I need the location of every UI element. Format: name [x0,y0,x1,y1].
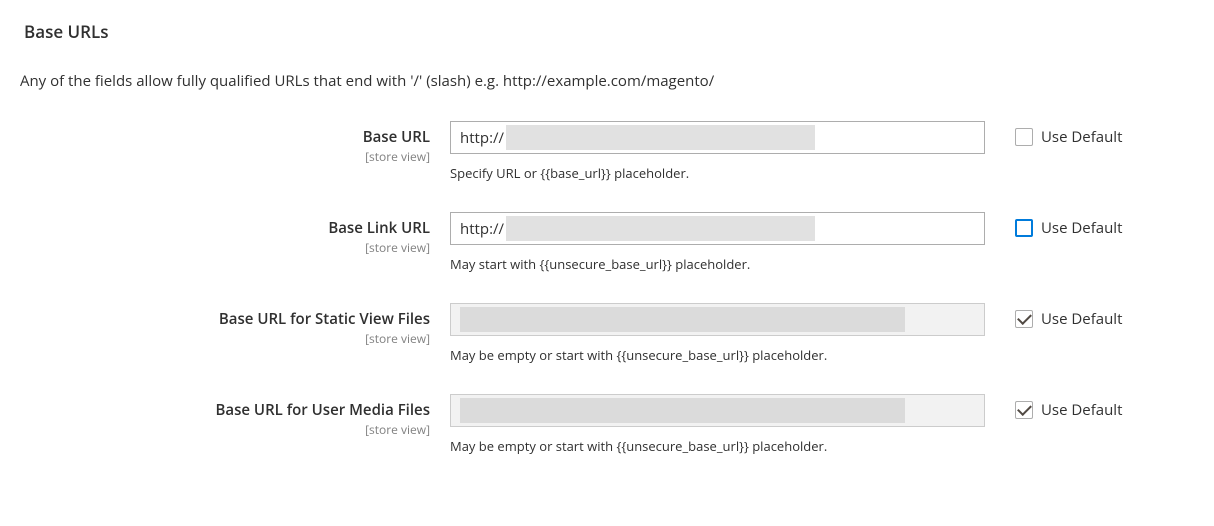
label-col: Base URL for Static View Files [store vi… [20,303,450,347]
label-col: Base Link URL [store view] [20,212,450,256]
field-row-static-files: Base URL for Static View Files [store vi… [20,303,1194,364]
field-row-base-url: Base URL [store view] Specify URL or {{b… [20,121,1194,182]
helper-text: May be empty or start with {{unsecure_ba… [450,437,985,455]
input-col: Specify URL or {{base_url}} placeholder. [450,121,985,182]
use-default-checkbox-base-link-url[interactable] [1015,219,1033,237]
input-wrapper [450,394,985,427]
scope-label: [store view] [20,421,430,438]
use-default-label[interactable]: Use Default [1041,218,1122,238]
input-col: May start with {{unsecure_base_url}} pla… [450,212,985,273]
field-row-base-link-url: Base Link URL [store view] May start wit… [20,212,1194,273]
field-label-base-link-url: Base Link URL [20,218,430,238]
media-files-url-input [450,394,985,427]
label-col: Base URL [store view] [20,121,450,165]
default-col: Use Default [985,212,1122,238]
use-default-checkbox-media-files[interactable] [1015,401,1033,419]
use-default-checkbox-base-url[interactable] [1015,128,1033,146]
scope-label: [store view] [20,330,430,347]
scope-label: [store view] [20,148,430,165]
helper-text: May be empty or start with {{unsecure_ba… [450,346,985,364]
input-wrapper [450,121,985,154]
field-row-media-files: Base URL for User Media Files [store vie… [20,394,1194,455]
use-default-label[interactable]: Use Default [1041,127,1122,147]
label-col: Base URL for User Media Files [store vie… [20,394,450,438]
section-title: Base URLs [20,20,1194,43]
use-default-label[interactable]: Use Default [1041,309,1122,329]
static-files-url-input [450,303,985,336]
use-default-label[interactable]: Use Default [1041,400,1122,420]
field-label-base-url: Base URL [20,127,430,147]
helper-text: Specify URL or {{base_url}} placeholder. [450,164,985,182]
default-col: Use Default [985,394,1122,420]
input-col: May be empty or start with {{unsecure_ba… [450,303,985,364]
field-label-static-files: Base URL for Static View Files [20,309,430,329]
use-default-checkbox-static-files[interactable] [1015,310,1033,328]
input-wrapper [450,303,985,336]
base-link-url-input[interactable] [450,212,985,245]
helper-text: May start with {{unsecure_base_url}} pla… [450,255,985,273]
scope-label: [store view] [20,239,430,256]
input-col: May be empty or start with {{unsecure_ba… [450,394,985,455]
input-wrapper [450,212,985,245]
default-col: Use Default [985,303,1122,329]
field-label-media-files: Base URL for User Media Files [20,400,430,420]
base-url-input[interactable] [450,121,985,154]
default-col: Use Default [985,121,1122,147]
section-description: Any of the fields allow fully qualified … [20,71,1194,91]
